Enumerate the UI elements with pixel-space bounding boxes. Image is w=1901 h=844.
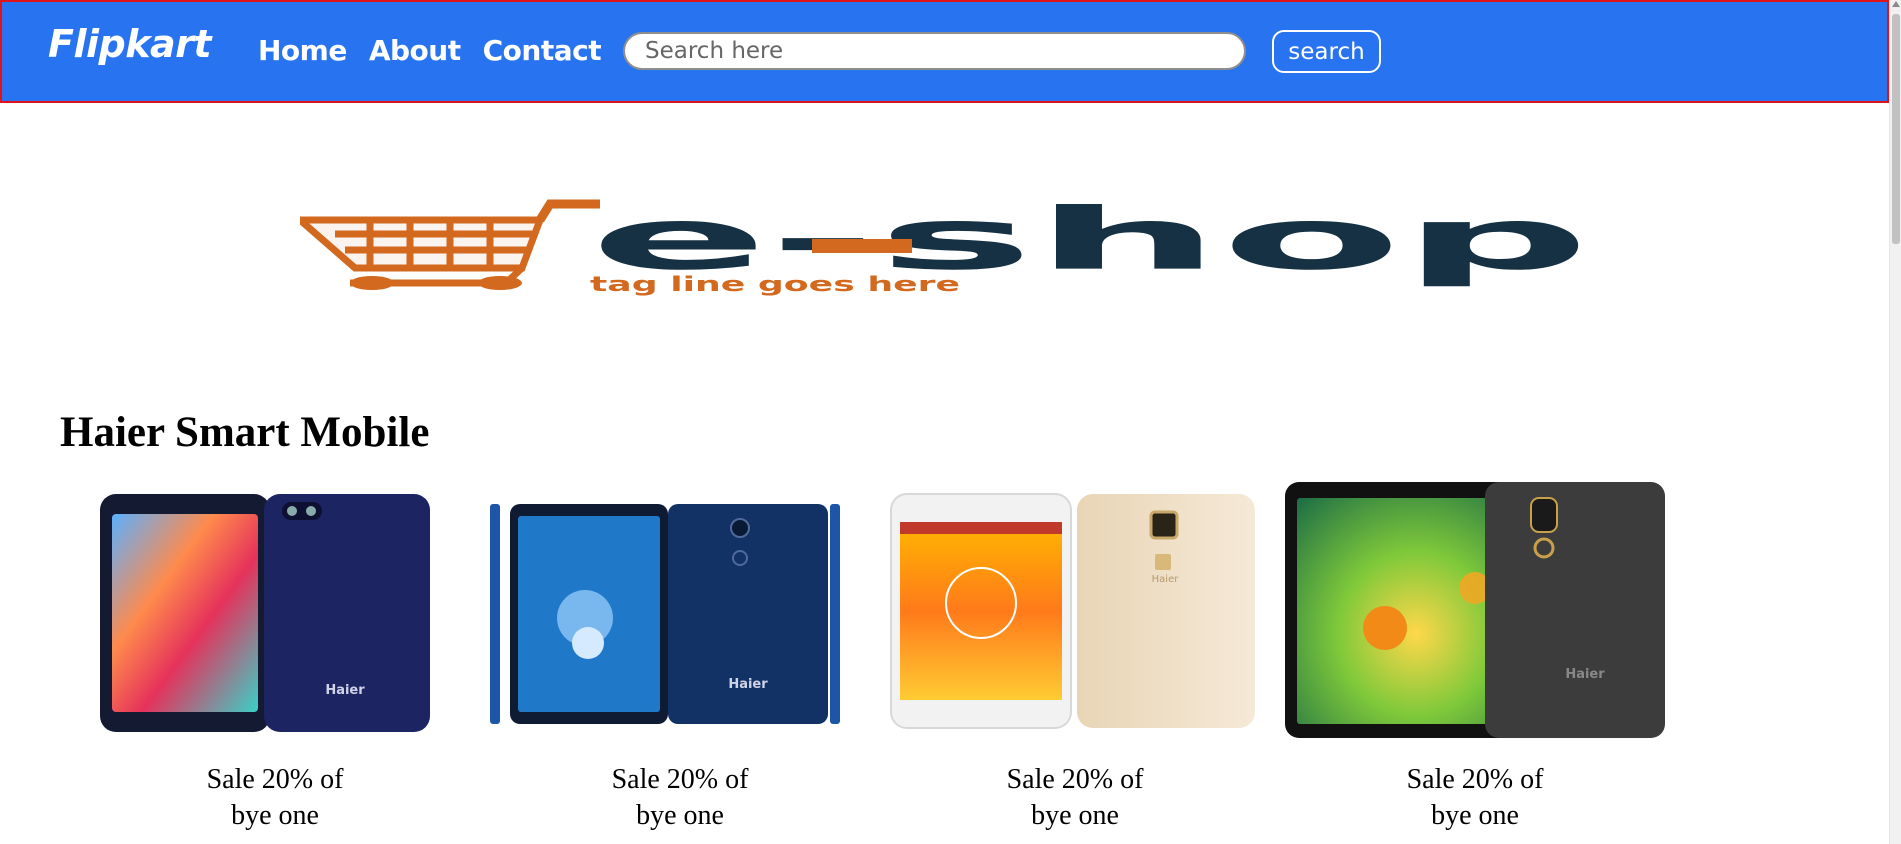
vertical-scrollbar[interactable] [1889, 0, 1901, 844]
product-offer-line: bye one [231, 800, 319, 831]
product-caption: Sale 20% of bye one [1285, 762, 1665, 834]
product-offer-line: Sale 20% of [1406, 764, 1544, 795]
logo-dash [812, 239, 912, 253]
svg-text:Haier: Haier [728, 677, 768, 692]
product-offer-line: Sale 20% of [206, 764, 344, 795]
nav-link-about[interactable]: About [369, 34, 461, 67]
phone-image[interactable]: Haier [885, 478, 1265, 748]
eshop-logo: e-shop tag line goes here [300, 198, 1590, 296]
svg-text:Haier: Haier [1565, 667, 1605, 682]
product-offer-line: bye one [1431, 800, 1519, 831]
section-title: Haier Smart Mobile [60, 409, 430, 456]
product-caption: Sale 20% of bye one [885, 762, 1265, 834]
nav-link-home[interactable]: Home [258, 34, 347, 67]
brand-logo[interactable]: Flipkart [48, 22, 212, 66]
logo-tagline: tag line goes here [590, 272, 960, 296]
cart-wheel-icon [350, 276, 394, 290]
product-offer-line: bye one [1031, 800, 1119, 831]
navbar: Flipkart Home About Contact search [0, 0, 1889, 103]
scroll-up-arrow-icon[interactable] [1892, 1, 1900, 7]
product-offer-line: bye one [636, 800, 724, 831]
nav-links: Home About Contact [258, 34, 602, 67]
product-offer-line: Sale 20% of [1006, 764, 1144, 795]
shopping-cart-icon [300, 199, 600, 287]
product-caption: Sale 20% of bye one [490, 762, 870, 834]
svg-text:Haier: Haier [1152, 574, 1180, 585]
cart-wheel-icon [478, 276, 522, 290]
scrollbar-thumb[interactable] [1892, 14, 1900, 244]
phone-image[interactable]: Haier [1285, 478, 1665, 748]
nav-link-contact[interactable]: Contact [483, 34, 602, 67]
search-button[interactable]: search [1272, 30, 1381, 73]
search-input[interactable] [623, 32, 1246, 70]
product-offer-line: Sale 20% of [611, 764, 749, 795]
svg-text:Haier: Haier [325, 683, 365, 698]
phone-image[interactable]: Haier [85, 478, 465, 748]
phone-image[interactable]: Haier [490, 478, 870, 748]
product-caption: Sale 20% of bye one [85, 762, 465, 834]
